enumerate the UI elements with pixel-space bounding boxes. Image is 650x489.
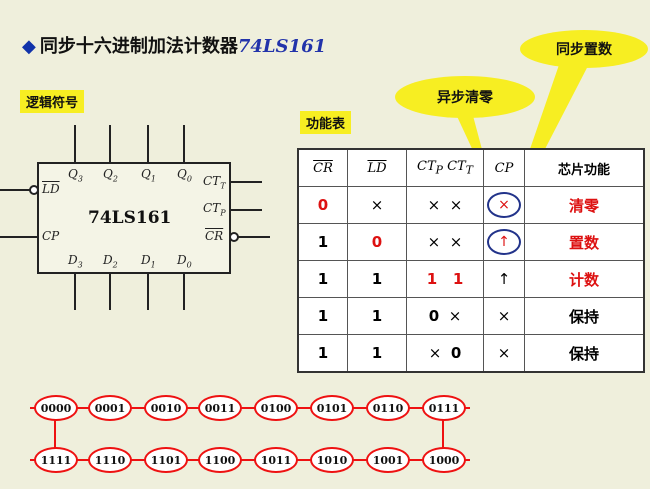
state-node-0000: 0000 (34, 395, 78, 421)
state-node-0011: 0011 (198, 395, 242, 421)
state-node-1000: 1000 (422, 447, 466, 473)
state-node-1011: 1011 (254, 447, 298, 473)
state-node-1101: 1101 (144, 447, 188, 473)
state-node-1010: 1010 (310, 447, 354, 473)
state-node-1110: 1110 (88, 447, 132, 473)
state-node-0101: 0101 (310, 395, 354, 421)
state-node-1111: 1111 (34, 447, 78, 473)
slide: ◆ 同步十六进制加法计数器74LS161 逻辑符号 功能表 Q3 Q2 Q1 Q… (0, 0, 650, 489)
state-node-0110: 0110 (366, 395, 410, 421)
state-node-0111: 0111 (422, 395, 466, 421)
state-node-0100: 0100 (254, 395, 298, 421)
state-node-0010: 0010 (144, 395, 188, 421)
state-node-1001: 1001 (366, 447, 410, 473)
state-node-1100: 1100 (198, 447, 242, 473)
state-node-0001: 0001 (88, 395, 132, 421)
